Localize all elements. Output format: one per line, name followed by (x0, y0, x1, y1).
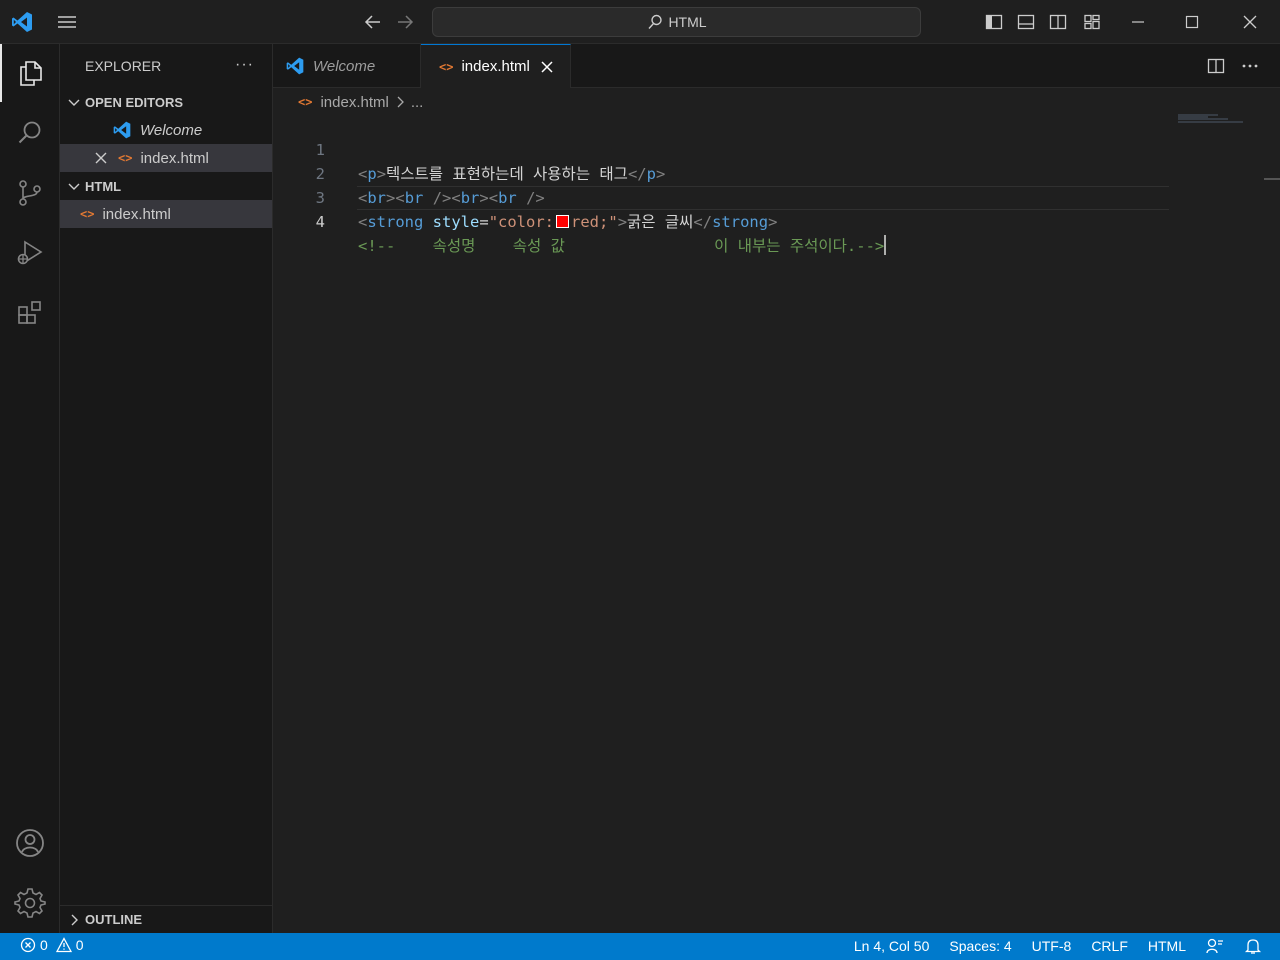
title-bar: HTML (0, 0, 1280, 44)
close-window-icon[interactable] (1238, 10, 1262, 34)
feedback-icon[interactable] (1206, 937, 1224, 955)
file-index-label: index.html (102, 205, 171, 223)
tab-welcome[interactable]: Welcome (273, 44, 421, 88)
open-editors-label: OPEN EDITORS (85, 94, 184, 110)
search-icon (18, 121, 41, 144)
cursor-position[interactable]: Ln 4, Col 50 (854, 938, 930, 954)
forward-arrow-icon[interactable] (394, 12, 416, 32)
vscode-icon (113, 121, 131, 139)
search-activity[interactable] (0, 104, 60, 162)
line-number: 4 (315, 213, 325, 231)
extensions-activity[interactable] (0, 284, 60, 342)
explorer-sidebar: EXPLORER ··· OPEN EDITORS Welcome <> ind… (60, 44, 273, 933)
warning-count: 0 (75, 937, 84, 953)
gear-icon (14, 888, 46, 918)
problems-indicator[interactable]: 0 0 (20, 937, 84, 953)
tab-index-html[interactable]: <> index.html (421, 44, 571, 88)
toggle-panel-icon[interactable] (1016, 12, 1036, 32)
source-control-icon (19, 180, 41, 206)
more-actions-icon[interactable]: ··· (235, 56, 254, 74)
chevron-right-icon (71, 914, 78, 925)
open-editor-index-html[interactable]: <> index.html (60, 144, 272, 172)
accounts-activity[interactable] (0, 814, 60, 872)
explorer-activity[interactable] (0, 44, 60, 102)
html-file-icon: <> (298, 95, 313, 109)
toggle-secondary-sidebar-icon[interactable] (1048, 12, 1068, 32)
split-editor-icon[interactable] (1206, 56, 1226, 76)
file-index-html[interactable]: <> index.html (60, 200, 272, 228)
minimize-icon[interactable] (1126, 10, 1150, 34)
explorer-header: EXPLORER ··· (60, 44, 272, 88)
explorer-title: EXPLORER (85, 58, 162, 74)
notifications-bell-icon[interactable] (1244, 937, 1262, 955)
scrollbar-indicator[interactable] (1264, 178, 1280, 180)
customize-layout-icon[interactable] (1082, 12, 1102, 32)
editor-actions (1206, 56, 1260, 76)
editor-tabs: Welcome <> index.html (273, 44, 1280, 88)
error-count: 0 (40, 937, 48, 953)
run-debug-icon (17, 240, 43, 265)
html-file-icon: <> (118, 151, 133, 165)
outline-section[interactable]: OUTLINE (60, 905, 272, 933)
source-control-activity[interactable] (0, 164, 60, 222)
command-center-search[interactable]: HTML (432, 7, 921, 37)
more-actions-icon[interactable] (1240, 56, 1260, 76)
language-mode[interactable]: HTML (1148, 938, 1186, 954)
chevron-right-icon (397, 96, 404, 108)
search-label: HTML (668, 14, 707, 30)
warning-icon (55, 937, 72, 953)
outline-label: OUTLINE (85, 912, 143, 927)
extensions-icon (18, 301, 41, 324)
code-editor[interactable]: 1 <p>텍스트를 표현하는데 사용하는 태그</p> 2 <br><br />… (273, 114, 1280, 933)
text-cursor (884, 235, 887, 255)
status-bar: 0 0 Ln 4, Col 50 Spaces: 4 UTF-8 CRLF HT… (0, 933, 1280, 960)
html-folder-section[interactable]: HTML (60, 172, 272, 200)
chevron-down-icon (68, 183, 80, 190)
code-line: 1 <p>텍스트를 표현하는데 사용하는 태그</p> (273, 114, 1280, 183)
code-line: 3 <strong style="color: red;">굵은 글씨</stro… (273, 162, 1280, 231)
error-icon (20, 937, 36, 953)
line-text: <strong style="color: red;">굵은 글씨</strong… (358, 213, 778, 231)
account-icon (16, 829, 44, 857)
encoding[interactable]: UTF-8 (1032, 938, 1072, 954)
search-icon (648, 14, 663, 29)
menu-icon[interactable] (56, 12, 78, 32)
run-debug-activity[interactable] (0, 224, 60, 282)
tab-welcome-label: Welcome (313, 57, 376, 75)
breadcrumb: <> index.html ... (273, 88, 423, 116)
breadcrumb-file[interactable]: index.html (320, 94, 388, 111)
code-line: 2 <br><br /><br><br /> (273, 138, 1280, 207)
files-icon (20, 61, 42, 86)
toggle-primary-sidebar-icon[interactable] (984, 12, 1004, 32)
end-of-line[interactable]: CRLF (1091, 938, 1128, 954)
open-editor-index-label: index.html (140, 149, 209, 167)
vscode-logo-icon (12, 12, 32, 32)
vscode-icon (286, 57, 304, 75)
minimap[interactable] (1178, 114, 1258, 124)
maximize-icon[interactable] (1180, 10, 1204, 34)
activity-bar (0, 44, 60, 933)
indentation[interactable]: Spaces: 4 (949, 938, 1011, 954)
open-editors-section[interactable]: OPEN EDITORS (60, 88, 272, 116)
manage-activity[interactable] (0, 874, 60, 932)
close-tab-icon[interactable] (540, 60, 554, 74)
close-icon[interactable] (94, 151, 108, 165)
chevron-down-icon (68, 99, 80, 106)
html-file-icon: <> (80, 207, 95, 221)
folder-label: HTML (85, 178, 122, 194)
open-editor-welcome-label: Welcome (140, 121, 203, 139)
back-arrow-icon[interactable] (362, 12, 384, 32)
breadcrumb-rest[interactable]: ... (411, 94, 424, 111)
status-right: Ln 4, Col 50 Spaces: 4 UTF-8 CRLF HTML (834, 937, 1262, 955)
line-text: <!-- 속성명 속성 값 이 내부는 주석이다.--> (358, 235, 887, 255)
tab-index-label: index.html (461, 58, 530, 75)
color-swatch[interactable] (556, 215, 570, 228)
open-editor-welcome[interactable]: Welcome (60, 116, 272, 144)
html-file-icon: <> (439, 59, 454, 74)
code-line: 4 <!-- 속성명 속성 값 이 내부는 주석이다.--> (273, 186, 1280, 255)
